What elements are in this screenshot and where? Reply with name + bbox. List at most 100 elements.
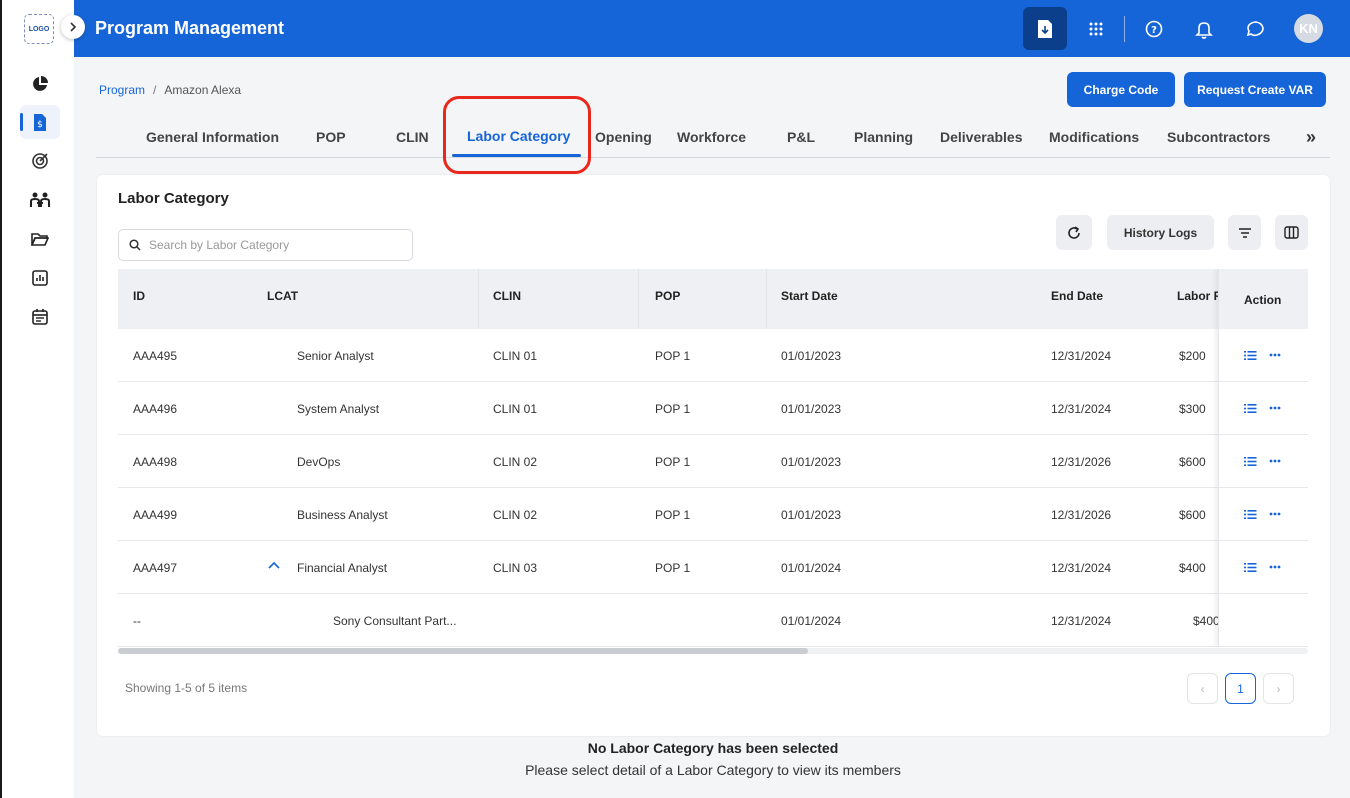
table-header: ID LCAT CLIN POP Start Date End Date Lab… (118, 269, 1308, 329)
tab-workforce[interactable]: Workforce (677, 129, 746, 145)
download-icon (1038, 19, 1052, 38)
charge-code-button[interactable]: Charge Code (1067, 72, 1175, 107)
table-row[interactable]: AAA498 DevOps CLIN 02 POP 1 01/01/2023 1… (118, 435, 1308, 488)
folder-icon[interactable] (29, 228, 51, 250)
tab-clin[interactable]: CLIN (396, 129, 429, 145)
column-header-id[interactable]: ID (133, 289, 145, 303)
filter-icon (1238, 227, 1251, 238)
user-avatar[interactable]: KN (1294, 14, 1323, 43)
annotation-highlight (443, 96, 591, 174)
bell-icon[interactable] (1189, 14, 1219, 44)
breadcrumb: Program / Amazon Alexa (99, 83, 241, 97)
cell-lcat: System Analyst (297, 402, 380, 416)
app-logo[interactable]: LOGO (24, 14, 54, 44)
column-header-end-date[interactable]: End Date (1051, 289, 1103, 303)
table-row[interactable]: AAA495 Senior Analyst CLIN 01 POP 1 01/0… (118, 329, 1308, 382)
next-page-button[interactable]: › (1263, 673, 1294, 704)
team-icon[interactable] (29, 189, 51, 211)
more-options-icon[interactable] (1268, 401, 1282, 415)
more-options-icon[interactable] (1268, 348, 1282, 362)
column-header-labor-rate[interactable]: Labor R (1177, 289, 1222, 303)
empty-state-subtitle: Please select detail of a Labor Category… (525, 762, 901, 778)
cell-id: -- (133, 614, 141, 628)
table-row-expanded[interactable]: AAA497 Financial Analyst CLIN 03 POP 1 0… (118, 541, 1308, 594)
column-divider (638, 269, 639, 329)
pie-chart-icon[interactable] (29, 73, 51, 95)
column-header-clin[interactable]: CLIN (493, 289, 521, 303)
tab-opening[interactable]: Opening (595, 129, 652, 145)
cell-id: AAA496 (133, 402, 178, 416)
target-icon[interactable] (29, 150, 51, 172)
chat-icon[interactable] (1240, 14, 1270, 44)
cell-clin: CLIN 02 (493, 455, 538, 469)
more-options-icon[interactable] (1268, 560, 1282, 574)
pagination-summary: Showing 1-5 of 5 items (125, 681, 248, 695)
row-actions-empty (1219, 594, 1308, 647)
tab-pop[interactable]: POP (316, 129, 346, 145)
cell-id: AAA498 (133, 455, 178, 469)
filter-button[interactable] (1228, 215, 1261, 250)
page-number-button[interactable]: 1 (1225, 673, 1256, 704)
request-create-var-button[interactable]: Request Create VAR (1184, 72, 1326, 107)
horizontal-scrollbar[interactable] (118, 648, 1308, 654)
action-header-label: Action (1244, 293, 1282, 307)
search-input[interactable] (149, 238, 389, 252)
cell-clin: CLIN 03 (493, 561, 538, 575)
tabs-more-button[interactable]: » (1306, 127, 1316, 148)
cell-clin: CLIN 01 (493, 349, 538, 363)
cell-labor-rate: $400 (1179, 561, 1206, 575)
history-logs-button[interactable]: History Logs (1107, 215, 1214, 250)
tab-bar: General Information POP CLIN Labor Categ… (96, 118, 1330, 158)
help-icon[interactable]: ? (1139, 14, 1169, 44)
tab-deliverables[interactable]: Deliverables (940, 129, 1023, 145)
tab-planning[interactable]: Planning (854, 129, 913, 145)
prev-page-button[interactable]: ‹ (1187, 673, 1218, 704)
more-options-icon[interactable] (1268, 454, 1282, 468)
columns-icon (1284, 226, 1299, 239)
column-header-start-date[interactable]: Start Date (781, 289, 838, 303)
apps-grid-icon[interactable] (1081, 14, 1111, 44)
chevron-up-icon (268, 561, 280, 569)
search-box (118, 229, 413, 261)
collapse-row-button[interactable] (268, 560, 280, 574)
table-child-row[interactable]: -- Sony Consultant Part... 01/01/2024 12… (118, 594, 1308, 647)
sidebar-expand-button[interactable] (61, 15, 85, 39)
column-divider (478, 269, 479, 329)
calendar-icon[interactable] (29, 305, 51, 327)
scrollbar-thumb[interactable] (118, 648, 808, 654)
breadcrumb-program-link[interactable]: Program (99, 83, 145, 97)
more-options-icon[interactable] (1268, 507, 1282, 521)
tab-pl[interactable]: P&L (787, 129, 815, 145)
tab-subcontractors[interactable]: Subcontractors (1167, 129, 1270, 145)
cell-id: AAA497 (133, 561, 178, 575)
cell-lcat: Financial Analyst (297, 561, 388, 575)
empty-state-title: No Labor Category has been selected (587, 740, 839, 756)
cell-pop: POP 1 (655, 561, 691, 575)
columns-button[interactable] (1275, 215, 1308, 250)
cell-labor-rate: $400 (1193, 614, 1220, 628)
download-button[interactable] (1023, 7, 1067, 50)
cell-start-date: 01/01/2023 (781, 349, 842, 363)
view-details-icon[interactable] (1243, 401, 1257, 415)
table-row[interactable]: AAA499 Business Analyst CLIN 02 POP 1 01… (118, 488, 1308, 541)
refresh-button[interactable] (1056, 215, 1092, 250)
view-details-icon[interactable] (1243, 507, 1257, 521)
column-header-lcat[interactable]: LCAT (267, 289, 298, 303)
cell-labor-rate: $300 (1179, 402, 1206, 416)
view-details-icon[interactable] (1243, 560, 1257, 574)
search-icon (129, 239, 141, 251)
cell-labor-rate: $600 (1179, 508, 1206, 522)
tab-general-information[interactable]: General Information (146, 129, 279, 145)
view-details-icon[interactable] (1243, 348, 1257, 362)
column-header-pop[interactable]: POP (655, 289, 680, 303)
report-chart-icon[interactable] (29, 267, 51, 289)
cell-pop: POP 1 (655, 402, 691, 416)
view-details-icon[interactable] (1243, 454, 1257, 468)
tab-modifications[interactable]: Modifications (1049, 129, 1139, 145)
svg-text:?: ? (1151, 25, 1157, 36)
table-row[interactable]: AAA496 System Analyst CLIN 01 POP 1 01/0… (118, 382, 1308, 435)
budget-doc-icon[interactable]: $ (20, 105, 60, 139)
breadcrumb-separator: / (153, 83, 157, 97)
cell-end-date: 12/31/2026 (1051, 508, 1112, 522)
breadcrumb-current: Amazon Alexa (164, 83, 242, 97)
